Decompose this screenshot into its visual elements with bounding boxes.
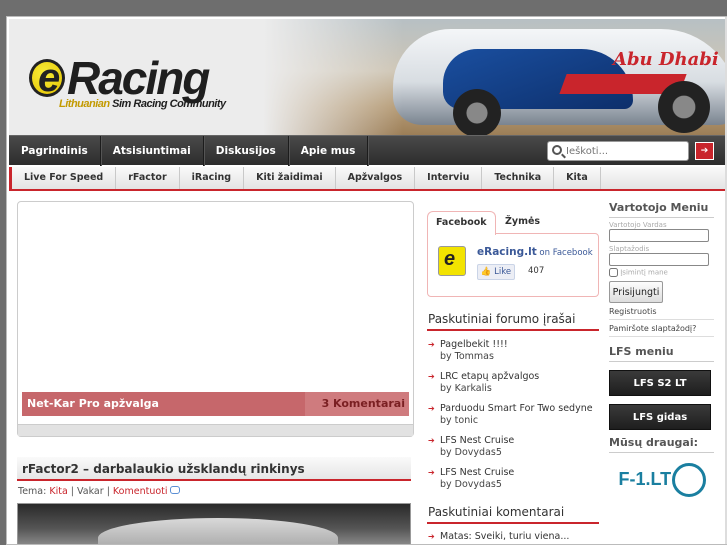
lfs-menu-title: LFS meniu [609, 345, 714, 362]
fb-like-button[interactable]: 👍 Like [477, 264, 515, 280]
logo-tagline: Lithuanian Sim Racing Community [59, 98, 226, 110]
forum-list: Pagelbekit !!!!by Tommas LRC etapų apžva… [427, 339, 599, 499]
post-comments-link[interactable]: Komentuoti [113, 486, 168, 497]
slider-pager[interactable] [18, 424, 413, 436]
post-title[interactable]: rFactor2 – darbalaukio užsklandų rinkiny… [17, 457, 411, 481]
comments-section-title: Paskutiniai komentarai [427, 502, 599, 524]
search-submit-button[interactable]: ➔ [695, 142, 714, 160]
forgot-password-link[interactable]: Pamiršote slaptažodį? [609, 324, 714, 337]
arrow-right-icon: ➔ [700, 146, 709, 156]
login-button[interactable]: Prisijungti [609, 281, 663, 303]
remember-me-checkbox[interactable] [609, 268, 618, 277]
thumbs-up-icon: 👍 [480, 267, 492, 277]
search-input[interactable] [566, 144, 684, 158]
slider-title[interactable]: Net-Kar Pro apžvalga [22, 392, 305, 416]
fb-like-count: 407 [528, 266, 545, 276]
forum-section-title: Paskutiniai forumo įrašai [427, 309, 599, 331]
subnav-item-live-for-speed[interactable]: Live For Speed [9, 167, 117, 189]
right-sidebar: Vartotojo Meniu Vartotojo Vardas Slaptaž… [609, 201, 714, 501]
nav-item-apie-mus[interactable]: Apie mus [289, 136, 369, 166]
facebook-widget: Facebook Žymės e eRacing.lt on Facebook … [427, 211, 599, 311]
remember-me: Įsimintį mane [609, 268, 714, 277]
eracing-fb-avatar[interactable]: e [438, 246, 466, 276]
nav-item-diskusijos[interactable]: Diskusijos [204, 136, 289, 166]
tab-zymes[interactable]: Žymės [497, 211, 548, 235]
search-box [547, 141, 689, 161]
post-category-link[interactable]: Kita [49, 486, 67, 497]
car-wheel-front [453, 89, 501, 135]
subnav-item-technika[interactable]: Technika [482, 167, 555, 189]
list-item[interactable]: Parduodu Smart For Two sedyneby tonic [427, 403, 599, 427]
car-sponsor-text: Abu Dhabi [613, 49, 719, 70]
subnav-item-iracing[interactable]: iRacing [180, 167, 245, 189]
subnav-item-kita[interactable]: Kita [554, 167, 601, 189]
subnav-item-apzvalgos[interactable]: Apžvalgos [336, 167, 416, 189]
username-field[interactable] [609, 229, 709, 242]
main-nav: Pagrindinis Atsisiuntimai Diskusijos Api… [9, 135, 727, 166]
lfs-s2-lt-button[interactable]: LFS S2 LT [609, 370, 711, 396]
username-label: Vartotojo Vardas [609, 221, 667, 229]
slider-caption[interactable]: Net-Kar Pro apžvalga 3 Komentarai [22, 392, 409, 416]
subnav-item-rfactor[interactable]: rFactor [116, 167, 180, 189]
fb-page-name[interactable]: eRacing.lt on Facebook [477, 246, 593, 258]
user-menu-title: Vartotojo Meniu [609, 201, 714, 218]
car-wheel-rear [658, 81, 710, 133]
logo-wordmark: Racing [67, 52, 210, 104]
sub-nav: Live For Speed rFactor iRacing Kiti žaid… [9, 167, 727, 191]
nav-item-atsisiuntimai[interactable]: Atsisiuntimai [101, 136, 204, 166]
list-item[interactable]: LFS Nest Cruiseby Dovydas5 [427, 467, 599, 491]
lfs-gidas-button[interactable]: LFS gidas [609, 404, 711, 430]
f1-lt-logo[interactable]: F-1.LT [617, 461, 707, 501]
comment-bubble-icon [169, 486, 180, 494]
list-item[interactable]: Pagelbekit !!!!by Tommas [427, 339, 599, 363]
tab-facebook[interactable]: Facebook [427, 211, 496, 235]
list-item[interactable]: LRC etapų apžvalgosby Karkalis [427, 371, 599, 395]
post-image[interactable] [17, 503, 411, 544]
password-label: Slaptažodis [609, 245, 650, 253]
comments-list: Matas: Sveiki, turiu viena... [427, 531, 599, 544]
featured-slider[interactable]: Net-Kar Pro apžvalga 3 Komentarai [17, 201, 414, 437]
post-meta: Tema: Kita | Vakar | Komentuoti [18, 486, 180, 497]
logo-e-icon: e [29, 56, 65, 100]
site-header: Abu Dhabi e Racing Lithuanian Sim Racing… [9, 19, 727, 135]
slider-comments-link[interactable]: 3 Komentarai [322, 392, 405, 416]
f1-emblem-icon [671, 463, 706, 497]
register-link[interactable]: Registruotis [609, 307, 714, 320]
list-item[interactable]: Matas: Sveiki, turiu viena... [427, 531, 599, 543]
facebook-panel: e eRacing.lt on Facebook 👍 Like 407 [427, 233, 599, 297]
nav-item-pagrindinis[interactable]: Pagrindinis [9, 136, 101, 166]
search-icon [552, 145, 562, 155]
subnav-item-interviu[interactable]: Interviu [415, 167, 483, 189]
friends-title: Mūsų draugai: [609, 436, 714, 453]
header-banner-image: Abu Dhabi [263, 19, 727, 135]
subnav-item-kiti-zaidimai[interactable]: Kiti žaidimai [244, 167, 336, 189]
password-field[interactable] [609, 253, 709, 266]
page: Abu Dhabi e Racing Lithuanian Sim Racing… [6, 16, 727, 545]
post-date: Vakar [77, 486, 104, 497]
list-item[interactable]: LFS Nest Cruiseby Dovydas5 [427, 435, 599, 459]
